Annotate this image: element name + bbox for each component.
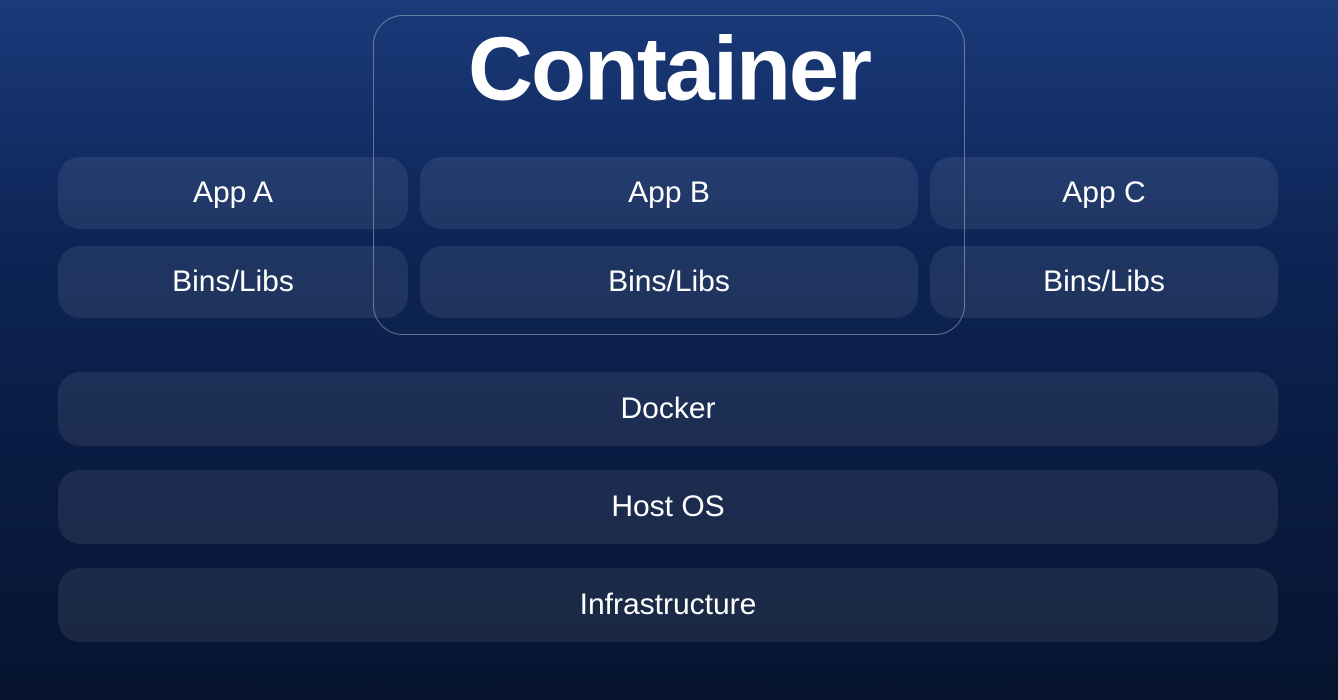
- bins-label-a: Bins/Libs: [172, 265, 294, 299]
- layer-docker-label: Docker: [620, 392, 715, 426]
- bins-box-a: Bins/Libs: [58, 246, 408, 318]
- layer-host-os-label: Host OS: [611, 490, 724, 524]
- layer-infrastructure: Infrastructure: [58, 568, 1278, 642]
- app-box-a: App A: [58, 157, 408, 229]
- diagram-title-text: Container: [468, 20, 870, 120]
- bins-label-c: Bins/Libs: [1043, 265, 1165, 299]
- app-label-b: App B: [628, 176, 710, 210]
- app-label-c: App C: [1062, 176, 1145, 210]
- bins-box-b: Bins/Libs: [420, 246, 918, 318]
- bins-box-c: Bins/Libs: [930, 246, 1278, 318]
- layer-host-os: Host OS: [58, 470, 1278, 544]
- app-box-c: App C: [930, 157, 1278, 229]
- container-architecture-diagram: Container App A App B App C Bins/Libs Bi…: [0, 0, 1338, 700]
- layer-docker: Docker: [58, 372, 1278, 446]
- bins-label-b: Bins/Libs: [608, 265, 730, 299]
- app-box-b: App B: [420, 157, 918, 229]
- app-label-a: App A: [193, 176, 273, 210]
- layer-infrastructure-label: Infrastructure: [580, 588, 757, 622]
- diagram-title: Container: [468, 19, 870, 122]
